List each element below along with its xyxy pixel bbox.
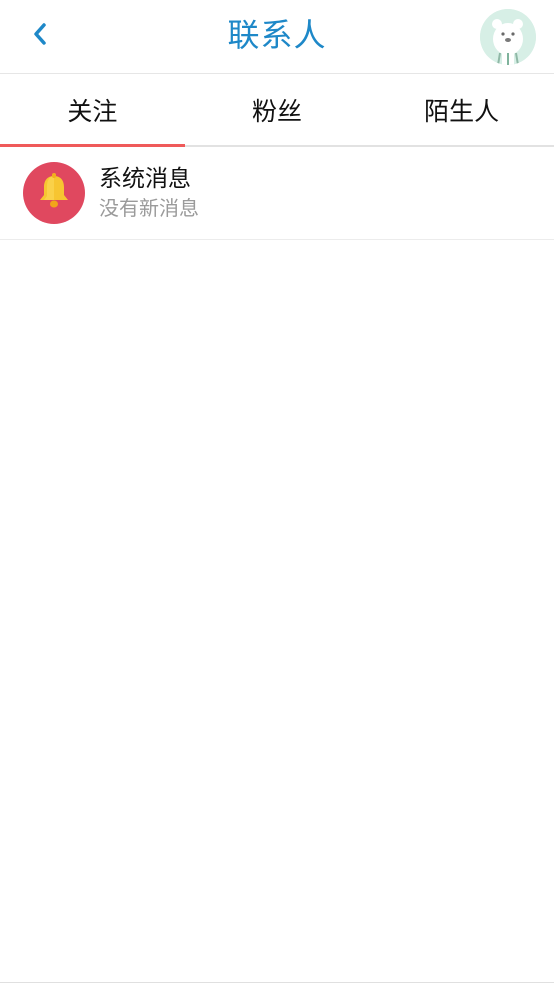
list-item-subtitle: 没有新消息 <box>99 196 199 220</box>
tab-label: 关注 <box>67 96 118 126</box>
contacts-screen: 联系人 关注 粉丝 陌生人 系统消息 没有新消息 <box>0 0 554 984</box>
tab-fans[interactable]: 粉丝 <box>185 74 370 145</box>
contact-list: 系统消息 没有新消息 <box>0 147 554 240</box>
bell-avatar <box>23 162 85 224</box>
list-item-text: 系统消息 没有新消息 <box>99 164 199 222</box>
page-title: 联系人 <box>227 16 327 54</box>
header-bar: 联系人 <box>0 0 554 74</box>
bottom-divider <box>0 982 554 983</box>
tab-bar: 关注 粉丝 陌生人 <box>0 74 554 147</box>
avatar[interactable] <box>480 9 536 65</box>
tab-following[interactable]: 关注 <box>0 74 185 147</box>
tab-label: 陌生人 <box>424 96 500 126</box>
tab-label: 粉丝 <box>252 96 303 126</box>
tab-strangers[interactable]: 陌生人 <box>369 74 554 145</box>
list-item-title: 系统消息 <box>99 166 191 192</box>
bell-icon <box>37 172 71 214</box>
list-item-system-messages[interactable]: 系统消息 没有新消息 <box>0 147 554 240</box>
